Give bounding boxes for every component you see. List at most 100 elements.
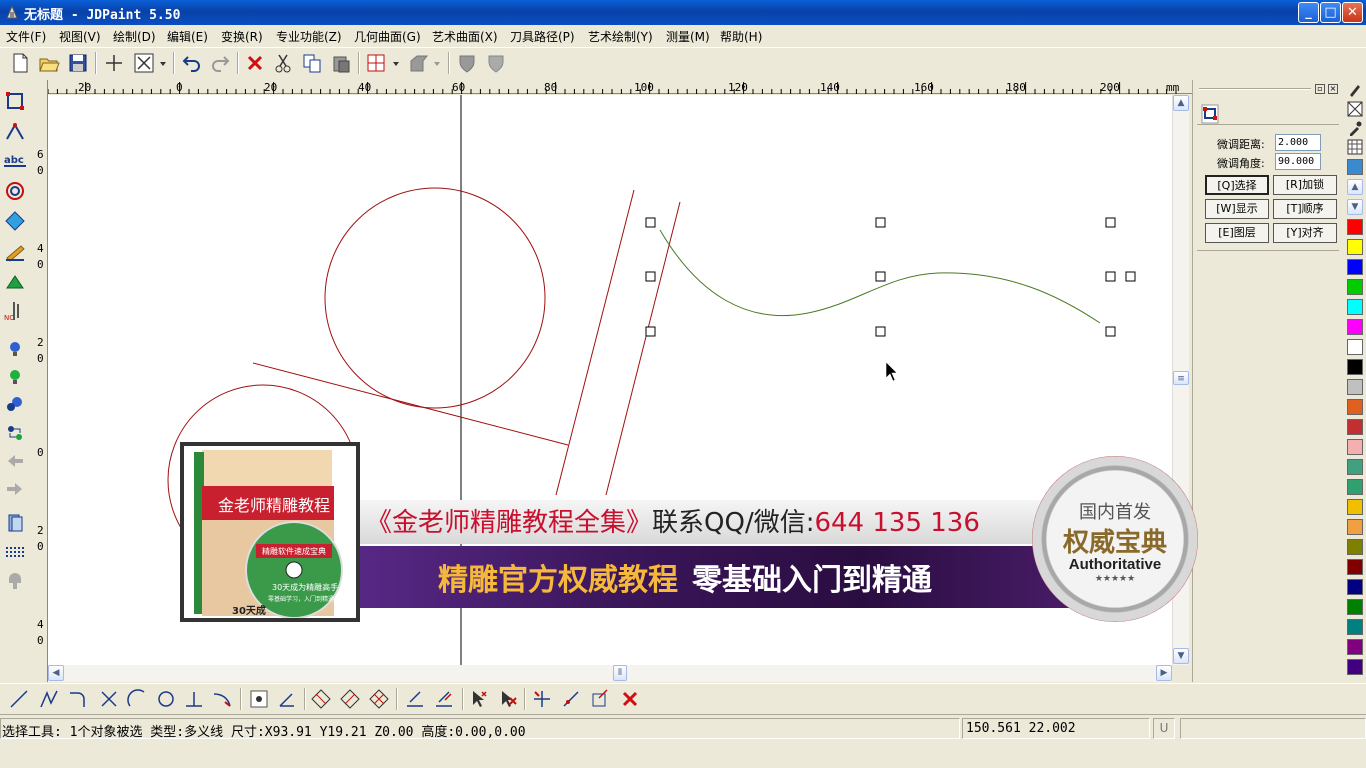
dropdown-arrow-icon[interactable] — [431, 51, 443, 75]
color-swatch[interactable] — [1347, 399, 1363, 415]
line-tool-icon[interactable] — [8, 688, 30, 710]
layers-tool-icon[interactable] — [4, 512, 26, 534]
color-swatch[interactable] — [1347, 359, 1363, 375]
close-button[interactable]: ✕ — [1342, 2, 1363, 23]
color-swatch[interactable] — [1347, 379, 1363, 395]
text-tool-icon[interactable]: abc — [4, 150, 26, 172]
maximize-button[interactable]: □ — [1320, 2, 1341, 23]
cloud-tool-icon[interactable] — [4, 570, 26, 592]
cancel-red-x-icon[interactable] — [619, 688, 641, 710]
grid-dots-icon[interactable] — [4, 540, 26, 562]
node-tab-icon[interactable] — [1199, 102, 1221, 124]
fine-distance-input[interactable]: 2.000 — [1275, 134, 1321, 151]
pick-cursor-icon[interactable] — [468, 688, 490, 710]
menu-measure[interactable]: 测量(M) — [666, 28, 710, 45]
circle-tool-icon[interactable] — [155, 688, 177, 710]
circle-shape[interactable] — [324, 187, 546, 409]
scroll-thumb[interactable]: ≡ — [1173, 371, 1189, 385]
fine-angle-input[interactable]: 90.000 — [1275, 153, 1321, 170]
color-swatch[interactable] — [1347, 659, 1363, 675]
dropdown-arrow-icon[interactable] — [390, 51, 402, 75]
menu-art-surface[interactable]: 艺术曲面(X) — [432, 28, 498, 45]
light-bulb-blue-icon[interactable] — [4, 338, 26, 360]
diamond-tool-1-icon[interactable] — [310, 688, 332, 710]
menu-professional[interactable]: 专业功能(Z) — [276, 28, 342, 45]
color-swatch[interactable] — [1347, 639, 1363, 655]
menu-transform[interactable]: 变换(R) — [221, 28, 263, 45]
h-scroll-thumb[interactable]: ⦀ — [613, 665, 627, 681]
panel-restore-icon[interactable]: ▫ — [1315, 84, 1325, 94]
snap-angle-icon[interactable] — [276, 688, 298, 710]
menu-art-draw[interactable]: 艺术绘制(Y) — [588, 28, 653, 45]
snap-point-icon[interactable] — [248, 688, 270, 710]
select-window-icon[interactable] — [132, 51, 156, 75]
new-file-icon[interactable] — [8, 51, 32, 75]
color-swatch[interactable] — [1347, 479, 1363, 495]
transform-move-icon[interactable] — [531, 688, 553, 710]
offset-tool-icon[interactable] — [4, 180, 26, 202]
color-swatch[interactable] — [1347, 439, 1363, 455]
color-swatch[interactable] — [1347, 499, 1363, 515]
display-button[interactable]: [W]显示 — [1205, 199, 1269, 219]
line-shape[interactable] — [252, 362, 569, 446]
menu-file[interactable]: 文件(F) — [6, 28, 46, 45]
undo-icon[interactable] — [180, 51, 204, 75]
cut-icon[interactable] — [271, 51, 295, 75]
polyline-tool-icon[interactable] — [38, 688, 60, 710]
light-bulb-multi-icon[interactable] — [4, 394, 26, 416]
shield-tool-2-icon[interactable] — [484, 51, 508, 75]
diamond-tool-2-icon[interactable] — [339, 688, 361, 710]
paste-icon[interactable] — [329, 51, 353, 75]
crosshair-icon[interactable] — [102, 51, 126, 75]
save-icon[interactable] — [66, 51, 90, 75]
swap-arrows-icon[interactable] — [4, 422, 26, 444]
menu-geometric-surface[interactable]: 几何曲面(G) — [354, 28, 421, 45]
engrave-tool-icon[interactable] — [4, 240, 26, 262]
menu-view[interactable]: 视图(V) — [59, 28, 101, 45]
open-folder-icon[interactable] — [37, 51, 61, 75]
align-bottom-icon[interactable] — [404, 688, 426, 710]
arrow-left-icon[interactable] — [4, 450, 26, 472]
menu-help[interactable]: 帮助(H) — [720, 28, 762, 45]
minimize-button[interactable]: _ — [1298, 2, 1319, 23]
palette-scroll-up-button[interactable]: ▲ — [1347, 179, 1363, 195]
mountain-tool-icon[interactable] — [4, 270, 26, 292]
color-swatch[interactable] — [1347, 319, 1363, 335]
color-swatch[interactable] — [1347, 539, 1363, 555]
selection-handles[interactable] — [645, 217, 1136, 337]
color-swatch[interactable] — [1347, 299, 1363, 315]
no-color-icon[interactable] — [1347, 101, 1363, 117]
node-edit-icon[interactable] — [4, 120, 26, 142]
layer-button[interactable]: [E]图层 — [1205, 223, 1269, 243]
color-swatch[interactable] — [1347, 519, 1363, 535]
horizontal-scrollbar[interactable]: ◀ ⦀ ▶ — [48, 665, 1172, 682]
pen-icon[interactable] — [1347, 82, 1363, 98]
trim-tool-icon[interactable] — [98, 688, 120, 710]
color-swatch[interactable] — [1347, 559, 1363, 575]
scroll-right-button[interactable]: ▶ — [1156, 665, 1172, 681]
pick-remove-icon[interactable] — [497, 688, 519, 710]
scroll-up-button[interactable]: ▲ — [1173, 95, 1189, 111]
lock-button[interactable]: [R]加锁 — [1273, 175, 1337, 195]
transform-scale-icon[interactable] — [589, 688, 611, 710]
color-swatch[interactable] — [1347, 339, 1363, 355]
shield-tool-icon[interactable] — [455, 51, 479, 75]
scroll-down-button[interactable]: ▼ — [1173, 648, 1189, 664]
arrow-right-icon[interactable] — [4, 478, 26, 500]
select-button[interactable]: [Q]选择 — [1205, 175, 1269, 195]
nc-path-icon[interactable]: NC — [4, 300, 26, 322]
menu-edit[interactable]: 编辑(E) — [167, 28, 208, 45]
color-swatch[interactable] — [1347, 599, 1363, 615]
color-swatch[interactable] — [1347, 419, 1363, 435]
color-swatch[interactable] — [1347, 159, 1363, 175]
view-shade-icon[interactable] — [407, 51, 431, 75]
color-swatch[interactable] — [1347, 239, 1363, 255]
color-swatch[interactable] — [1347, 219, 1363, 235]
region-fill-icon[interactable] — [4, 210, 26, 232]
panel-close-icon[interactable]: × — [1328, 84, 1338, 94]
color-swatch[interactable] — [1347, 259, 1363, 275]
perpendicular-tool-icon[interactable] — [183, 688, 205, 710]
light-bulb-green-icon[interactable] — [4, 366, 26, 388]
menu-toolpath[interactable]: 刀具路径(P) — [510, 28, 575, 45]
pattern-icon[interactable] — [1347, 139, 1363, 155]
